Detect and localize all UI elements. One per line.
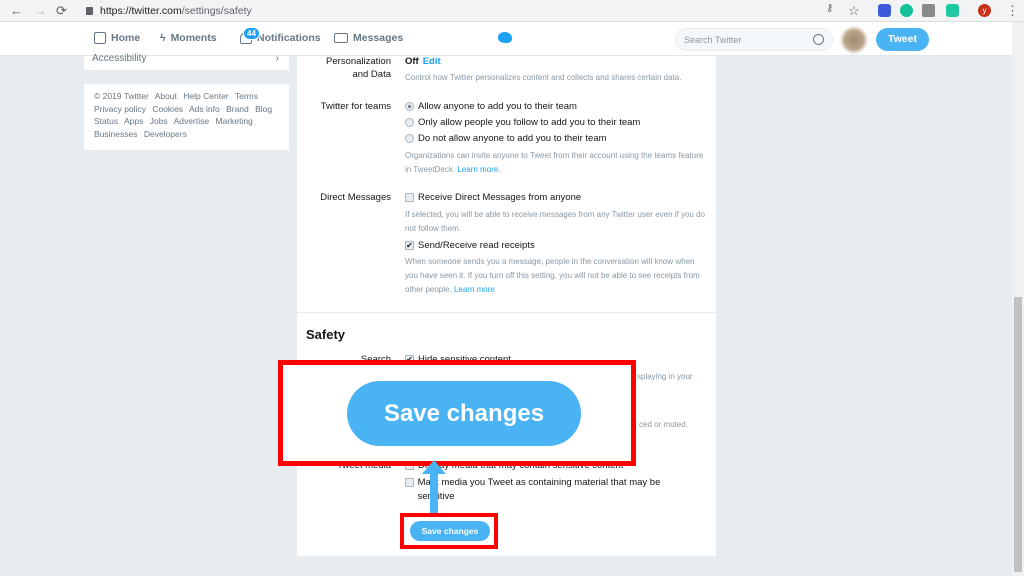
footer-link[interactable]: Privacy policy bbox=[94, 104, 146, 114]
extension-icon-2[interactable] bbox=[946, 4, 959, 17]
personalization-label-2: and Data bbox=[352, 69, 391, 80]
nav-label: Moments bbox=[170, 32, 217, 44]
forward-button[interactable]: → bbox=[34, 3, 47, 18]
teams-help: Organizations can invite anyone to Tweet… bbox=[405, 149, 705, 177]
save-changes-button[interactable]: Save changes bbox=[410, 521, 490, 541]
nav-messages[interactable]: Messages bbox=[334, 32, 403, 44]
twitter-logo-icon bbox=[498, 32, 512, 43]
save-changes-zoomed[interactable]: Save changes bbox=[347, 381, 581, 446]
profile-avatar[interactable]: y bbox=[978, 4, 991, 17]
footer-link[interactable]: Help Center bbox=[183, 91, 228, 101]
settings-panel: Personalization and Data Off Edit Control… bbox=[297, 56, 716, 556]
checkbox[interactable] bbox=[405, 478, 414, 487]
nav-label: Home bbox=[111, 32, 141, 44]
checkbox[interactable] bbox=[405, 193, 414, 202]
dm-help-2: When someone sends you a message, people… bbox=[405, 255, 705, 297]
search-input[interactable]: Search Twitter bbox=[675, 28, 833, 51]
footer-link[interactable]: Businesses bbox=[94, 129, 137, 139]
footer-link: © 2019 Twitter bbox=[94, 91, 149, 101]
partial-help-1: splaying in your bbox=[637, 372, 693, 381]
help-text: Organizations can invite anyone to Tweet… bbox=[405, 151, 704, 174]
section-divider bbox=[297, 312, 716, 313]
radio-button[interactable] bbox=[405, 118, 414, 127]
personalization-help: Control how Twitter personalizes content… bbox=[405, 73, 682, 82]
footer-link[interactable]: About bbox=[155, 91, 177, 101]
option-label: Only allow people you follow to add you … bbox=[418, 117, 641, 128]
footer-link[interactable]: Apps bbox=[124, 116, 143, 126]
lock-icon bbox=[86, 7, 93, 15]
url-host: https://twitter.com bbox=[100, 5, 182, 17]
highlight-box: Save changes bbox=[400, 513, 498, 549]
teams-option-2[interactable]: Only allow people you follow to add you … bbox=[405, 117, 640, 128]
footer-link[interactable]: Terms bbox=[235, 91, 258, 101]
tweet-button[interactable]: Tweet bbox=[876, 28, 929, 51]
partial-help-2: ced or muted. bbox=[639, 420, 688, 429]
sidebar-item-accessibility[interactable]: Accessibility › bbox=[84, 53, 289, 70]
nav-label: Messages bbox=[353, 32, 404, 44]
nav-moments[interactable]: ϟ Moments bbox=[160, 32, 217, 44]
option-label: Allow anyone to add you to their team bbox=[418, 101, 577, 112]
user-avatar[interactable] bbox=[842, 28, 866, 52]
edit-link[interactable]: Edit bbox=[423, 56, 441, 67]
envelope-icon bbox=[334, 33, 348, 43]
notification-badge: 44 bbox=[243, 27, 260, 40]
footer-link[interactable]: Marketing bbox=[215, 116, 252, 126]
address-bar[interactable]: https://twitter.com/settings/safety bbox=[78, 2, 908, 20]
link-extension-icon[interactable] bbox=[878, 4, 891, 17]
learn-more-link[interactable]: Learn more. bbox=[457, 165, 500, 174]
teams-option-1[interactable]: Allow anyone to add you to their team bbox=[405, 101, 577, 112]
personalization-label: Personalization bbox=[326, 56, 391, 67]
back-button[interactable]: ← bbox=[10, 3, 23, 18]
footer-link[interactable]: Cookies bbox=[152, 104, 183, 114]
footer-link[interactable]: Status bbox=[94, 116, 118, 126]
teams-option-3[interactable]: Do not allow anyone to add you to their … bbox=[405, 133, 607, 144]
footer-link[interactable]: Blog bbox=[255, 104, 272, 114]
browser-toolbar: ← → ⟳ https://twitter.com/settings/safet… bbox=[0, 0, 1024, 22]
footer-link[interactable]: Ads info bbox=[189, 104, 220, 114]
zoom-callout: Save changes bbox=[278, 360, 636, 466]
arrow-shaft bbox=[430, 468, 438, 514]
help-text: When someone sends you a message, people… bbox=[405, 257, 700, 294]
learn-more-link[interactable]: Learn more bbox=[454, 285, 495, 294]
option-label: Do not allow anyone to add you to their … bbox=[418, 133, 607, 144]
grammarly-icon[interactable] bbox=[900, 4, 913, 17]
checkbox-checked[interactable]: ✔ bbox=[405, 241, 414, 250]
home-icon bbox=[94, 32, 106, 44]
safety-heading: Safety bbox=[306, 327, 346, 342]
footer-link[interactable]: Brand bbox=[226, 104, 249, 114]
scrollbar[interactable] bbox=[1012, 22, 1024, 576]
lightning-icon: ϟ bbox=[160, 32, 166, 44]
radio-button[interactable] bbox=[405, 102, 414, 111]
footer-link[interactable]: Developers bbox=[144, 129, 187, 139]
scrollbar-thumb[interactable] bbox=[1014, 297, 1022, 572]
reload-button[interactable]: ⟳ bbox=[56, 3, 67, 19]
sidebar-label: Accessibility bbox=[92, 53, 147, 64]
personalization-value: Off bbox=[405, 56, 419, 67]
footer-link[interactable]: Jobs bbox=[150, 116, 168, 126]
teams-label: Twitter for teams bbox=[320, 101, 391, 112]
dm-option-receipts[interactable]: ✔ Send/Receive read receipts bbox=[405, 240, 535, 251]
mark-media-option[interactable]: Mark media you Tweet as containing mater… bbox=[405, 476, 685, 504]
search-placeholder: Search Twitter bbox=[684, 35, 742, 45]
footer-links: © 2019 Twitter About Help Center Terms P… bbox=[84, 84, 289, 150]
key-icon[interactable]: ⚷ bbox=[826, 3, 833, 14]
nav-home[interactable]: Home bbox=[94, 32, 140, 44]
nav-label: Notifications bbox=[257, 32, 321, 44]
url-path: /settings/safety bbox=[181, 5, 252, 17]
chevron-right-icon: › bbox=[275, 53, 279, 64]
option-label: Mark media you Tweet as containing mater… bbox=[417, 477, 661, 502]
extension-icon[interactable] bbox=[922, 4, 935, 17]
menu-icon[interactable]: ⋮ bbox=[1006, 3, 1019, 19]
star-icon[interactable]: ☆ bbox=[848, 3, 860, 19]
radio-button[interactable] bbox=[405, 134, 414, 143]
dm-label: Direct Messages bbox=[320, 192, 391, 203]
footer-link[interactable]: Advertise bbox=[174, 116, 209, 126]
option-label: Receive Direct Messages from anyone bbox=[418, 192, 582, 203]
dm-help-1: If selected, you will be able to receive… bbox=[405, 210, 705, 233]
search-icon[interactable] bbox=[813, 34, 824, 45]
dm-option-anyone[interactable]: Receive Direct Messages from anyone bbox=[405, 192, 581, 203]
option-label: Send/Receive read receipts bbox=[418, 240, 535, 251]
